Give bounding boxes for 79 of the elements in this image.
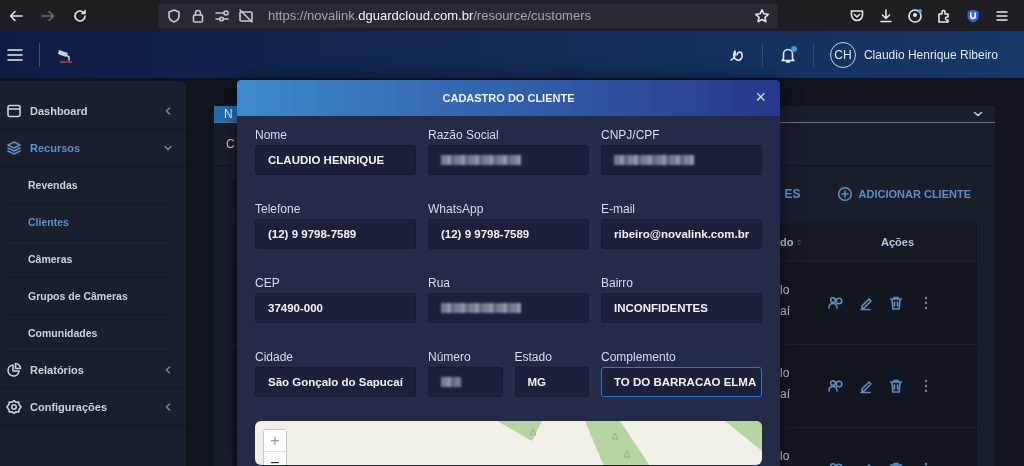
menu-icon[interactable]	[7, 47, 23, 62]
text-field[interactable]: (12) 9 9798-7589	[255, 219, 416, 249]
close-button[interactable]: ×	[755, 88, 766, 106]
people-icon[interactable]	[828, 295, 844, 311]
pocket-icon[interactable]	[849, 7, 865, 24]
address-bar[interactable]: https://novalink.dguardcloud.com.br/resource/customers	[158, 3, 778, 28]
user-name[interactable]: Claudio Henrique Ribeiro	[863, 47, 998, 62]
chevron-left-icon	[164, 366, 172, 374]
permissions-icon	[214, 7, 230, 24]
trash-icon[interactable]	[888, 295, 904, 311]
blurred-block	[441, 377, 461, 387]
text-field[interactable]	[428, 367, 503, 397]
row-label: C	[226, 137, 235, 151]
trash-icon[interactable]	[888, 378, 904, 394]
camera-off-icon	[238, 7, 254, 24]
sort-icon	[796, 237, 803, 247]
text-field[interactable]: ribeiro@novalink.com.br	[601, 219, 762, 249]
sidebar-subitem[interactable]: Clientes	[8, 204, 170, 241]
download-icon[interactable]	[878, 7, 894, 24]
text-field[interactable]: São Gonçalo do Sapucaí	[255, 367, 416, 397]
text-field[interactable]: INCONFIDENTES	[601, 293, 762, 323]
text-field[interactable]: MG	[514, 367, 589, 397]
field-label: E-mail	[601, 202, 636, 216]
star-icon[interactable]	[754, 7, 770, 24]
text-field[interactable]: TO DO BARRACAO ELMA	[601, 367, 762, 397]
text-field[interactable]	[428, 145, 589, 175]
column-header[interactable]: do	[778, 223, 816, 261]
chevron-left-icon	[164, 403, 172, 411]
window-icon	[6, 103, 22, 119]
chevron-down-icon[interactable]	[973, 110, 983, 118]
column-header[interactable]: Ações	[816, 223, 977, 261]
people-icon[interactable]	[828, 378, 844, 394]
field-label: Razão Social	[428, 128, 500, 142]
gear-icon	[6, 399, 22, 415]
dialog-title: CADASTRO DO CLIENTE	[442, 92, 575, 104]
sidebar-subitem[interactable]: Revendas	[8, 167, 170, 204]
sidebar-item[interactable]: Configurações	[0, 389, 186, 426]
layers-icon	[6, 140, 22, 156]
lock-icon	[190, 7, 206, 24]
pencil-icon[interactable]	[858, 378, 874, 394]
account-icon[interactable]	[907, 7, 923, 24]
text-field[interactable]: 37490-000	[255, 293, 416, 323]
text-field[interactable]: (12) 9 9798-7589	[428, 219, 589, 249]
add-client-button[interactable]: ADICIONAR CLIENTE	[836, 186, 977, 202]
field-label: Telefone	[255, 202, 302, 216]
sidebar-subitem[interactable]: Câmeras	[8, 241, 170, 278]
field-label: Bairro	[601, 276, 634, 290]
table-cell-text: lo	[779, 448, 791, 465]
reload-icon[interactable]	[72, 7, 88, 24]
chevron-left-icon	[164, 107, 172, 115]
pie-chart-icon	[6, 362, 22, 378]
toolbar-button[interactable]: ES	[784, 187, 801, 201]
field-label: Estado	[514, 350, 553, 364]
sidebar-subitem[interactable]: Grupos de Câmeras	[8, 278, 170, 315]
plus-circle-icon	[836, 186, 853, 202]
chevron-down-icon	[164, 144, 172, 152]
shield-icon	[166, 7, 182, 24]
sidebar-subitem[interactable]: Comunidades	[8, 315, 170, 352]
field-label: WhatsApp	[428, 202, 485, 216]
pencil-icon[interactable]	[858, 295, 874, 311]
field-label: CNPJ/CPF	[601, 128, 661, 142]
table-cell-text: lo aí	[779, 365, 791, 403]
field-label: CEP	[255, 276, 281, 290]
extensions-icon[interactable]	[936, 7, 952, 24]
sidebar-item[interactable]: Relatórios	[0, 352, 186, 389]
table-cell-text: lo aí	[779, 282, 791, 320]
field-label: Cidade	[255, 350, 295, 364]
sidebar-item[interactable]: Recursos	[0, 130, 186, 167]
field-label: Rua	[428, 276, 451, 290]
field-label: Nome	[255, 128, 288, 142]
text-field[interactable]: CLAUDIO HENRIQUE	[255, 145, 416, 175]
shield-extension-icon[interactable]	[965, 7, 981, 24]
text-field[interactable]	[601, 145, 762, 175]
url-text: https://novalink.dguardcloud.com.br/resource/customers	[268, 8, 591, 23]
sidebar-item[interactable]: Dashboard	[0, 93, 186, 130]
field-label: Número	[428, 350, 472, 364]
field-label: Complemento	[601, 350, 677, 364]
text-field[interactable]	[428, 293, 589, 323]
tab[interactable]: N	[214, 106, 237, 122]
